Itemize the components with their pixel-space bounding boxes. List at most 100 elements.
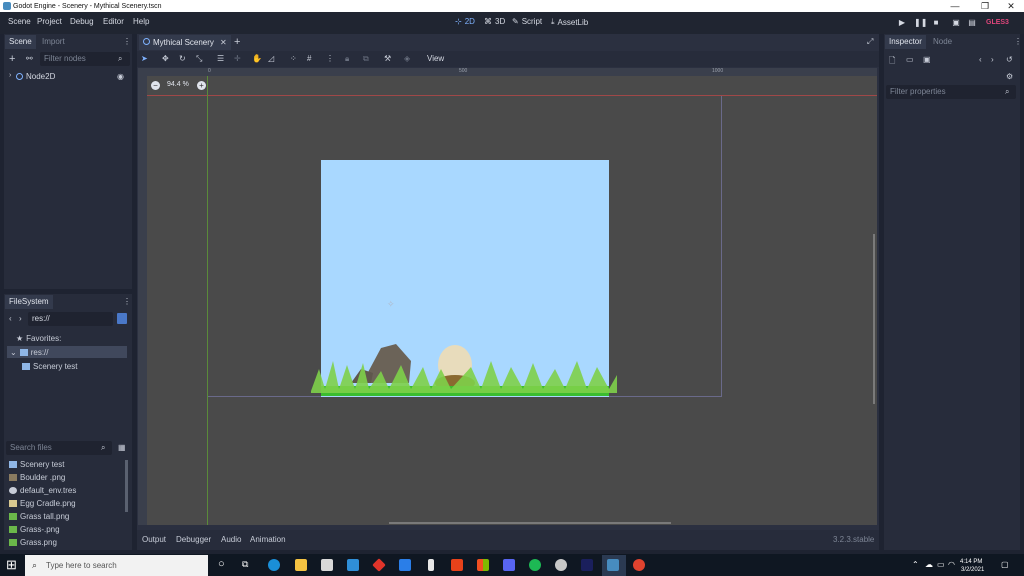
canvas-viewport[interactable]: ✧ − 94.4 % + bbox=[147, 76, 877, 525]
godot-icon[interactable] bbox=[607, 559, 619, 571]
rotate-tool-icon[interactable]: ↻ bbox=[179, 54, 186, 63]
store-icon[interactable] bbox=[321, 559, 333, 571]
pause-icon[interactable]: ❚❚ bbox=[914, 18, 927, 28]
filter-properties-input[interactable]: Filter properties bbox=[886, 85, 1016, 99]
taskbar-date[interactable]: 3/2/2021 bbox=[961, 567, 984, 573]
tray-battery-icon[interactable]: ▭ bbox=[937, 560, 945, 569]
vertical-scrollbar[interactable] bbox=[873, 234, 875, 404]
menu-scene[interactable]: Scene bbox=[8, 17, 31, 26]
grid-view-icon[interactable]: ▦ bbox=[118, 443, 126, 452]
menu-editor[interactable]: Editor bbox=[103, 17, 124, 26]
distraction-free-icon[interactable]: ⤢ bbox=[867, 37, 873, 47]
task-view-icon[interactable]: ⧉ bbox=[242, 559, 248, 570]
mail-icon[interactable] bbox=[347, 559, 359, 571]
minimize-button[interactable]: — bbox=[940, 0, 970, 12]
office-icon[interactable] bbox=[451, 559, 463, 571]
back-arrow-icon[interactable]: ‹ bbox=[9, 314, 12, 323]
menu-help[interactable]: Help bbox=[133, 17, 149, 26]
history-icon[interactable]: ↺ bbox=[1006, 55, 1013, 64]
new-resource-icon[interactable]: 🗋︎ bbox=[889, 55, 895, 69]
list-select-icon[interactable]: ☰ bbox=[217, 54, 224, 63]
tab-node[interactable]: Node bbox=[929, 35, 956, 49]
tab-inspector[interactable]: Inspector bbox=[885, 35, 926, 49]
scenery-sprites[interactable] bbox=[311, 331, 617, 401]
split-view-icon[interactable] bbox=[117, 313, 127, 324]
renderer-selector[interactable]: GLES3 bbox=[986, 19, 1009, 26]
select-tool-icon[interactable]: ➤ bbox=[141, 54, 148, 63]
stop-icon[interactable]: ■ bbox=[931, 18, 941, 28]
grid-app-icon[interactable] bbox=[477, 559, 489, 571]
add-node-icon[interactable]: + bbox=[9, 53, 15, 65]
expand-arrow-icon[interactable]: › bbox=[9, 72, 11, 79]
dock-menu-icon[interactable]: ⋮ bbox=[123, 37, 131, 46]
file-item[interactable]: Grass.png bbox=[9, 538, 57, 547]
dropbox-icon[interactable] bbox=[399, 559, 411, 571]
close-button[interactable]: ✕ bbox=[996, 0, 1024, 12]
pan-tool-icon[interactable]: ✋ bbox=[252, 54, 262, 63]
tab-output[interactable]: Output bbox=[142, 535, 166, 544]
cortana-icon[interactable]: ○ bbox=[218, 558, 225, 570]
play-custom-icon[interactable]: ▤ bbox=[967, 18, 977, 28]
scenery-test-folder-item[interactable]: Scenery test bbox=[22, 362, 77, 371]
taskbar-search-placeholder[interactable]: Type here to search bbox=[46, 561, 117, 570]
notification-icon[interactable]: ▢ bbox=[1001, 560, 1009, 569]
file-item[interactable]: Egg Cradle.png bbox=[9, 499, 76, 508]
forward-arrow-icon[interactable]: › bbox=[991, 55, 994, 64]
filesystem-path-field[interactable]: res:// bbox=[28, 312, 113, 326]
link-icon[interactable]: ⚯ bbox=[26, 54, 33, 63]
file-item[interactable]: Boulder .png bbox=[9, 473, 65, 482]
open-folder-icon[interactable]: ▭ bbox=[906, 55, 914, 64]
chrome-icon[interactable] bbox=[633, 559, 645, 571]
object-properties-icon[interactable]: ⚙ bbox=[1006, 72, 1013, 81]
group-icon[interactable]: ⧉ bbox=[363, 54, 369, 64]
lock-icon[interactable]: 🔒︎ bbox=[345, 54, 349, 64]
view-menu-button[interactable]: View bbox=[427, 54, 444, 63]
dock-menu-icon[interactable]: ⋮ bbox=[123, 297, 131, 306]
ruler-tool-icon[interactable]: ◿ bbox=[268, 54, 274, 63]
grid-snap-icon[interactable]: # bbox=[307, 54, 311, 63]
taskbar-time[interactable]: 4:14 PM bbox=[960, 559, 982, 565]
play-icon[interactable]: ▶ bbox=[897, 18, 907, 28]
filesystem-scrollbar[interactable] bbox=[125, 460, 128, 512]
search-files-input[interactable]: Search files bbox=[6, 441, 112, 455]
mode-3d-button[interactable]: ⌘ 3D bbox=[484, 17, 505, 26]
tray-chevron-icon[interactable]: ⌃ bbox=[912, 560, 919, 569]
dock-menu-icon[interactable]: ⋮ bbox=[1014, 37, 1022, 46]
visibility-eye-icon[interactable]: ◉ bbox=[117, 72, 124, 81]
node2d-tree-item[interactable]: Node2D bbox=[26, 72, 55, 81]
zoom-level[interactable]: 94.4 % bbox=[167, 81, 189, 88]
file-explorer-icon[interactable] bbox=[295, 559, 307, 571]
filter-nodes-input[interactable]: Filter nodes bbox=[40, 52, 130, 66]
pivot-tool-icon[interactable]: ✛ bbox=[234, 54, 241, 63]
menu-debug[interactable]: Debug bbox=[70, 17, 94, 26]
file-item[interactable]: Grass tall.png bbox=[9, 512, 69, 521]
tab-animation[interactable]: Animation bbox=[250, 535, 286, 544]
tray-cloud-icon[interactable]: ☁ bbox=[925, 560, 933, 569]
bolt-icon[interactable] bbox=[428, 559, 434, 571]
forward-arrow-icon[interactable]: › bbox=[19, 314, 22, 323]
snap-options-icon[interactable]: ⋮ bbox=[326, 54, 334, 63]
camera-override-icon[interactable]: ◈ bbox=[404, 54, 410, 63]
tab-audio[interactable]: Audio bbox=[221, 535, 241, 544]
tab-debugger[interactable]: Debugger bbox=[176, 535, 211, 544]
zoom-out-icon[interactable]: − bbox=[151, 81, 160, 90]
play-scene-icon[interactable]: ▣ bbox=[951, 18, 961, 28]
add-tab-icon[interactable]: + bbox=[234, 36, 240, 48]
save-icon[interactable]: ▣ bbox=[923, 55, 931, 64]
file-item[interactable]: Scenery test bbox=[9, 460, 64, 469]
bone-icon[interactable]: ⚒ bbox=[384, 54, 391, 63]
horizontal-scrollbar[interactable] bbox=[389, 522, 671, 524]
tab-filesystem[interactable]: FileSystem bbox=[5, 295, 53, 309]
mode-script-button[interactable]: ✎ Script bbox=[512, 17, 542, 26]
res-folder-item[interactable]: ⌄ res:// bbox=[10, 348, 48, 357]
file-item[interactable]: default_env.tres bbox=[9, 486, 76, 495]
mode-assetlib-button[interactable]: ⤓ AssetLib bbox=[551, 17, 588, 27]
move-tool-icon[interactable]: ✥ bbox=[162, 54, 169, 63]
spotify-icon[interactable] bbox=[529, 559, 541, 571]
close-tab-icon[interactable]: ✕ bbox=[220, 38, 227, 47]
discord-icon[interactable] bbox=[503, 559, 515, 571]
mode-2d-button[interactable]: ⊹ 2D bbox=[455, 17, 475, 26]
smart-snap-icon[interactable]: ⁘ bbox=[290, 54, 297, 63]
favorites-item[interactable]: ★ Favorites: bbox=[16, 334, 61, 343]
edge-icon[interactable] bbox=[268, 559, 280, 571]
